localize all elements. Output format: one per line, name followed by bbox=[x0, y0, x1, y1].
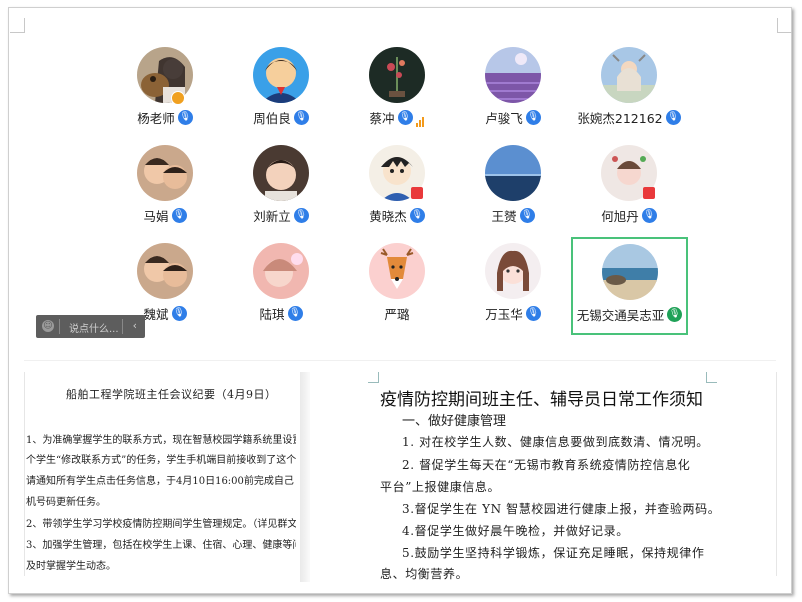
microphone-icon[interactable]: 🎙 bbox=[287, 306, 303, 321]
microphone-icon[interactable]: 🎙 bbox=[171, 306, 187, 321]
divider bbox=[122, 319, 123, 334]
document-line: 机号码更新任务。 bbox=[26, 497, 106, 508]
divider bbox=[59, 319, 60, 334]
participant-name: 王赟 bbox=[491, 209, 517, 224]
avatar bbox=[253, 243, 309, 299]
document-heading: 一、做好健康管理 bbox=[402, 414, 507, 429]
host-badge-icon bbox=[171, 91, 185, 105]
chat-placeholder: 说点什么... bbox=[69, 324, 119, 335]
document-line: 个学生“修改联系方式”的任务，学生手机端目前接收到了这个任 bbox=[26, 455, 296, 466]
participant-name: 陆琪 bbox=[259, 307, 285, 322]
participant-tile[interactable]: 黄晓杰 🎙 bbox=[341, 141, 453, 235]
participant-tile[interactable]: 卢骏飞 🎙 bbox=[457, 43, 569, 137]
participant-tile[interactable]: 张婉杰212162 🎙 bbox=[573, 43, 685, 137]
document-line: 3、加强学生管理，包括在校学生上课、住宿、心理、健康等问 bbox=[26, 540, 296, 551]
document-line: 平台”上报健康信息。 bbox=[380, 480, 501, 494]
microphone-icon[interactable]: 🎙 bbox=[177, 110, 193, 125]
microphone-icon[interactable]: 🎙 bbox=[525, 306, 541, 321]
participant-name: 马娟 bbox=[143, 209, 169, 224]
avatar bbox=[137, 145, 193, 201]
participant-tile-active[interactable]: 无锡交通吴志亚 🎙 bbox=[571, 237, 688, 335]
participant-name: 杨老师 bbox=[137, 111, 175, 126]
shared-document-left: 船舶工程学院班主任会议纪要（4月9日） 1、为准确掌握学生的联系方式，现在智慧校… bbox=[26, 372, 296, 582]
avatar bbox=[485, 47, 541, 103]
divider bbox=[24, 360, 776, 361]
participant-name: 卢骏飞 bbox=[485, 111, 523, 126]
participant-tile[interactable]: 陆琪 🎙 bbox=[225, 239, 337, 333]
document-line: 及时掌握学生动态。 bbox=[26, 561, 116, 572]
participant-name: 张婉杰212162 bbox=[577, 111, 663, 126]
document-line: 5.鼓励学生坚持科学锻炼，保证充足睡眠，保持规律作 bbox=[402, 546, 705, 560]
shared-document-right: 疫情防控期间班主任、辅导员日常工作须知 一、做好健康管理 1. 对在校学生人数、… bbox=[378, 372, 723, 582]
participant-name: 严璐 bbox=[384, 307, 410, 322]
document-line: 3.督促学生在 YN 智慧校园进行健康上报，并查验两码。 bbox=[402, 502, 721, 516]
participant-name: 黄晓杰 bbox=[369, 209, 407, 224]
avatar bbox=[137, 243, 193, 299]
volume-level-icon bbox=[415, 112, 425, 127]
document-line: 1. 对在校学生人数、健康信息要做到底数清、情况明。 bbox=[402, 435, 709, 449]
avatar bbox=[253, 47, 309, 103]
document-line: 息、均衡营养。 bbox=[380, 567, 469, 581]
microphone-icon[interactable]: 🎙 bbox=[293, 208, 309, 223]
avatar bbox=[601, 47, 657, 103]
participant-tile[interactable]: 何旭丹 🎙 bbox=[573, 141, 685, 235]
participant-name: 何旭丹 bbox=[601, 209, 639, 224]
microphone-icon[interactable]: 🎙 bbox=[171, 208, 187, 223]
document-line: 2、带领学生学习学校疫情防控期间学生管理规定。（详见群文 bbox=[26, 519, 296, 530]
microphone-icon[interactable]: 🎙 bbox=[409, 208, 425, 223]
participant-name: 蔡冲 bbox=[369, 111, 395, 126]
notification-badge-icon bbox=[643, 187, 655, 199]
participant-tile[interactable]: 严璐 bbox=[341, 239, 453, 333]
participant-grid: 杨老师🎙 周伯良🎙 蔡冲🎙 卢骏飞🎙 张婉杰212162🎙 马娟🎙 bbox=[0, 0, 802, 345]
avatar bbox=[253, 145, 309, 201]
participant-name: 无锡交通吴志亚 bbox=[576, 308, 665, 323]
participant-name: 魏斌 bbox=[143, 307, 169, 322]
avatar bbox=[369, 243, 425, 299]
avatar bbox=[369, 47, 425, 103]
document-line: 2. 督促学生每天在“无锡市教育系统疫情防控信息化 bbox=[402, 458, 691, 472]
microphone-icon[interactable]: 🎙 bbox=[397, 110, 413, 125]
document-line: 请通知所有学生点击任务信息，于4月10日16:00前完成自己 bbox=[26, 476, 294, 487]
document-line: 1、为准确掌握学生的联系方式，现在智慧校园学籍系统里设置 bbox=[26, 435, 296, 446]
participant-tile[interactable]: 周伯良 🎙 bbox=[225, 43, 337, 137]
avatar bbox=[137, 47, 193, 103]
collapse-arrow-icon[interactable]: ‹ bbox=[133, 319, 137, 332]
divider bbox=[776, 372, 777, 576]
avatar bbox=[485, 243, 541, 299]
document-title: 船舶工程学院班主任会议纪要（4月9日） bbox=[66, 388, 277, 401]
participant-tile[interactable]: 马娟 🎙 bbox=[109, 141, 221, 235]
participant-name: 万玉华 bbox=[485, 307, 523, 322]
divider bbox=[24, 372, 25, 576]
document-title: 疫情防控期间班主任、辅导员日常工作须知 bbox=[380, 390, 703, 410]
chat-input[interactable]: ☺ 说点什么... ‹ bbox=[36, 315, 145, 338]
emoji-icon[interactable]: ☺ bbox=[42, 320, 54, 332]
participant-tile[interactable]: 刘新立 🎙 bbox=[225, 141, 337, 235]
participant-tile[interactable]: 蔡冲 🎙 bbox=[341, 43, 453, 137]
page-gutter bbox=[300, 372, 310, 582]
participant-tile[interactable]: 杨老师 🎙 bbox=[109, 43, 221, 137]
microphone-icon[interactable]: 🎙 bbox=[667, 307, 683, 322]
microphone-icon[interactable]: 🎙 bbox=[665, 110, 681, 125]
participant-tile[interactable]: 王赟 🎙 bbox=[457, 141, 569, 235]
notification-badge-icon bbox=[411, 187, 423, 199]
microphone-icon[interactable]: 🎙 bbox=[293, 110, 309, 125]
document-line: 4.督促学生做好晨午晚检，并做好记录。 bbox=[402, 524, 629, 538]
microphone-icon[interactable]: 🎙 bbox=[519, 208, 535, 223]
participant-tile[interactable]: 万玉华 🎙 bbox=[457, 239, 569, 333]
participant-name: 周伯良 bbox=[253, 111, 291, 126]
participant-name: 刘新立 bbox=[253, 209, 291, 224]
avatar bbox=[601, 244, 658, 300]
microphone-icon[interactable]: 🎙 bbox=[525, 110, 541, 125]
avatar bbox=[485, 145, 541, 201]
microphone-icon[interactable]: 🎙 bbox=[641, 208, 657, 223]
